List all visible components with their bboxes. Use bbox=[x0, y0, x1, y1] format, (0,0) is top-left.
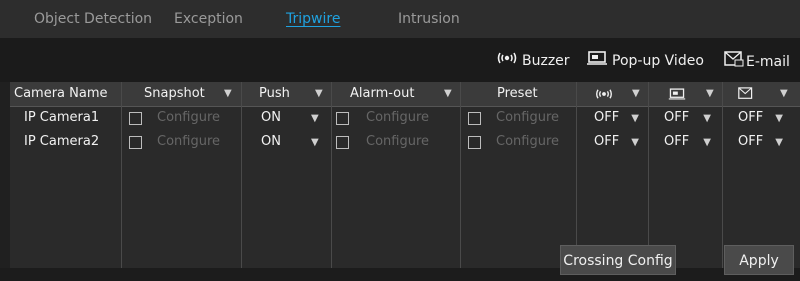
row-2-push-value: ON bbox=[261, 134, 281, 149]
row-1-email-select[interactable]: OFF ▼ bbox=[738, 107, 783, 129]
buzzer-icon bbox=[496, 51, 518, 71]
chevron-down-icon: ▼ bbox=[703, 137, 711, 148]
tab-bar: Object Detection Exception Tripwire Intr… bbox=[0, 0, 800, 38]
popup-video-icon bbox=[586, 51, 608, 71]
row-1-popup-select[interactable]: OFF ▼ bbox=[664, 107, 711, 129]
popup-video-option[interactable]: Pop-up Video bbox=[586, 51, 704, 71]
table-row-2-camera: IP Camera2 bbox=[24, 134, 100, 149]
bottom-bar bbox=[0, 268, 800, 281]
header-snapshot: Snapshot bbox=[144, 86, 205, 101]
row-1-buzzer-value: OFF bbox=[594, 110, 620, 125]
row-1-push-select[interactable]: ON ▼ bbox=[261, 107, 319, 129]
column-divider bbox=[121, 82, 122, 268]
header-preset: Preset bbox=[497, 86, 538, 101]
apply-button[interactable]: Apply bbox=[724, 245, 794, 275]
column-divider bbox=[460, 82, 461, 268]
email-option[interactable]: E-mail bbox=[724, 51, 790, 71]
column-divider bbox=[648, 82, 649, 268]
row-2-alarm-out-checkbox[interactable] bbox=[336, 136, 349, 149]
row-1-popup-value: OFF bbox=[664, 110, 690, 125]
row-2-popup-select[interactable]: OFF ▼ bbox=[664, 131, 711, 153]
push-dropdown-icon[interactable]: ▼ bbox=[315, 82, 323, 106]
email-icon bbox=[724, 51, 744, 73]
row-1-snapshot-checkbox[interactable] bbox=[129, 112, 142, 125]
buzzer-label: Buzzer bbox=[522, 53, 570, 69]
chevron-down-icon: ▼ bbox=[703, 113, 711, 124]
row-2-popup-value: OFF bbox=[664, 134, 690, 149]
row-2-buzzer-value: OFF bbox=[594, 134, 620, 149]
popup-video-label: Pop-up Video bbox=[612, 53, 704, 69]
column-divider bbox=[241, 82, 242, 268]
row-2-buzzer-select[interactable]: OFF ▼ bbox=[594, 131, 639, 153]
table-row-1-camera: IP Camera1 bbox=[24, 110, 100, 125]
email-dropdown-icon[interactable]: ▼ bbox=[780, 82, 788, 106]
column-divider bbox=[722, 82, 723, 268]
row-1-alarm-out-checkbox[interactable] bbox=[336, 112, 349, 125]
snapshot-dropdown-icon[interactable]: ▼ bbox=[224, 82, 232, 106]
chevron-down-icon: ▼ bbox=[631, 137, 639, 148]
chevron-down-icon: ▼ bbox=[775, 113, 783, 124]
row-2-email-select[interactable]: OFF ▼ bbox=[738, 131, 783, 153]
tab-tripwire[interactable]: Tripwire bbox=[286, 0, 340, 38]
row-2-preset-checkbox[interactable] bbox=[468, 136, 481, 149]
row-1-email-value: OFF bbox=[738, 110, 764, 125]
popup-dropdown-icon[interactable]: ▼ bbox=[706, 82, 714, 106]
row-2-alarm-out-configure[interactable]: Configure bbox=[366, 131, 429, 153]
alarm-out-dropdown-icon[interactable]: ▼ bbox=[444, 82, 452, 106]
buzzer-option[interactable]: Buzzer bbox=[496, 51, 570, 71]
header-popup-video-icon bbox=[668, 82, 686, 106]
row-1-buzzer-select[interactable]: OFF ▼ bbox=[594, 107, 639, 129]
row-1-alarm-out-configure[interactable]: Configure bbox=[366, 107, 429, 129]
header-alarm-out: Alarm-out bbox=[350, 86, 415, 101]
chevron-down-icon: ▼ bbox=[310, 113, 319, 124]
row-1-snapshot-configure[interactable]: Configure bbox=[157, 107, 220, 129]
tab-object-detection[interactable]: Object Detection bbox=[34, 0, 152, 38]
row-1-push-value: ON bbox=[261, 110, 281, 125]
header-buzzer-icon bbox=[594, 82, 614, 106]
row-2-snapshot-configure[interactable]: Configure bbox=[157, 131, 220, 153]
row-2-email-value: OFF bbox=[738, 134, 764, 149]
row-1-preset-checkbox[interactable] bbox=[468, 112, 481, 125]
header-camera-name: Camera Name bbox=[14, 86, 108, 101]
header-push: Push bbox=[259, 86, 290, 101]
crossing-config-button[interactable]: Crossing Config bbox=[560, 245, 676, 275]
header-email-icon bbox=[738, 82, 754, 106]
tab-exception[interactable]: Exception bbox=[174, 0, 243, 38]
chevron-down-icon: ▼ bbox=[310, 137, 319, 148]
row-1-preset-configure[interactable]: Configure bbox=[496, 107, 559, 129]
email-label: E-mail bbox=[746, 54, 790, 70]
row-2-push-select[interactable]: ON ▼ bbox=[261, 131, 319, 153]
buzzer-dropdown-icon[interactable]: ▼ bbox=[632, 82, 640, 106]
chevron-down-icon: ▼ bbox=[775, 137, 783, 148]
column-divider bbox=[331, 82, 332, 268]
chevron-down-icon: ▼ bbox=[631, 113, 639, 124]
row-2-preset-configure[interactable]: Configure bbox=[496, 131, 559, 153]
row-2-snapshot-checkbox[interactable] bbox=[129, 136, 142, 149]
column-divider bbox=[576, 82, 577, 268]
tab-intrusion[interactable]: Intrusion bbox=[398, 0, 460, 38]
